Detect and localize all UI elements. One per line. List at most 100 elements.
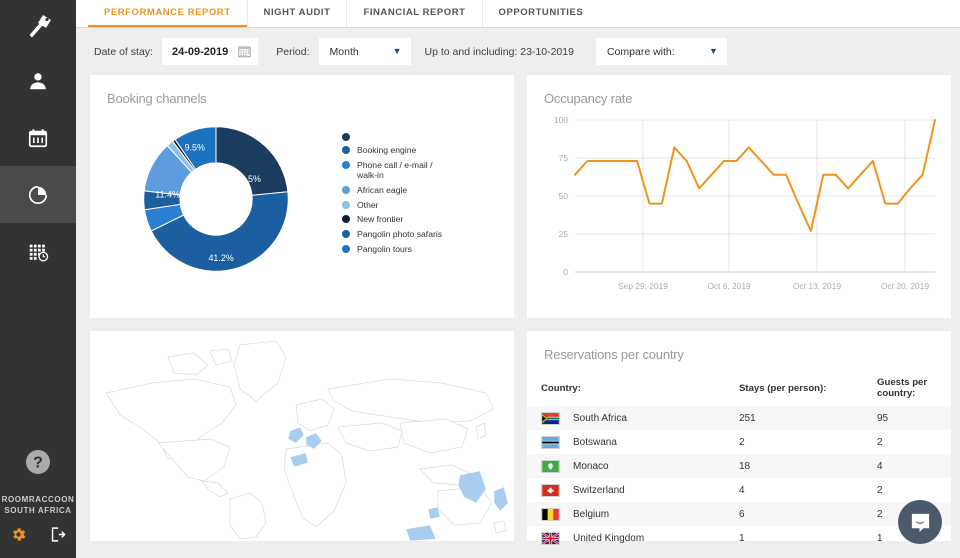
compare-with-value: Compare with: <box>606 45 675 58</box>
tab-night-audit[interactable]: NIGHT AUDIT <box>246 0 347 27</box>
calendar-icon <box>28 128 48 147</box>
logout-icon <box>51 527 66 542</box>
sidebar-item-reports[interactable] <box>0 166 76 223</box>
sidebar: ? ROOMRACCOON SOUTH AFRICA <box>0 0 76 558</box>
legend-item[interactable]: Other <box>342 200 442 211</box>
help-question-icon: ? <box>26 450 50 474</box>
filter-bar: Date of stay: 24-09-2019 Period: Month ▼… <box>76 28 960 75</box>
legend-item[interactable] <box>342 132 442 141</box>
brand-name: ROOMRACCOON <box>1 495 75 504</box>
app-root: ? ROOMRACCOON SOUTH AFRICA PERFORMANCE R… <box>0 0 960 558</box>
help-button[interactable]: ? <box>25 449 51 480</box>
legend-label: Phone call / e-mail / walk-in <box>357 159 433 181</box>
country-table-head: Country: Stays (per person): Guests per … <box>527 372 951 406</box>
country-table-body: South Africa 251 95 Botswana 2 2 Monaco 18 4 Swit… <box>527 406 951 550</box>
tab-financial-report[interactable]: FINANCIAL REPORT <box>346 0 481 27</box>
sidebar-item-calendar[interactable] <box>0 109 76 166</box>
legend-label: Pangolin photo safaris <box>357 229 443 240</box>
country-guests: 2 <box>877 484 883 496</box>
x-tick-oct13: Oct 13, 2019 <box>793 281 841 291</box>
legend-item[interactable]: African eagle <box>342 185 442 196</box>
donut-label-1: 26.5% <box>236 174 261 184</box>
legend-item[interactable]: Phone call / e-mail / walk-in <box>342 160 442 181</box>
country-stays: 1 <box>739 532 745 544</box>
country-guests: 2 <box>877 436 883 448</box>
legend-label: New frontier <box>357 214 404 225</box>
chevron-down-icon: ▼ <box>392 46 402 56</box>
country-stays: 6 <box>739 508 745 520</box>
donut-legend: Booking engine Phone call / e-mail / wal… <box>342 114 442 259</box>
period-select[interactable]: Month ▼ <box>318 38 411 65</box>
country-name: Botswana <box>573 436 617 448</box>
legend-dot-icon <box>342 230 350 239</box>
country-flag <box>527 454 573 478</box>
reservations-map-card <box>90 331 514 541</box>
legend-item[interactable]: Booking engine <box>342 145 442 156</box>
main-content: PERFORMANCE REPORT NIGHT AUDIT FINANCIAL… <box>76 0 960 558</box>
date-of-stay-input[interactable]: 24-09-2019 <box>161 38 259 65</box>
legend-item[interactable]: Pangolin tours <box>342 244 442 255</box>
y-tick-25: 25 <box>559 229 569 239</box>
country-table: Country: Stays (per person): Guests per … <box>527 372 951 550</box>
period-label: Period: <box>276 45 310 58</box>
intercom-chat-button[interactable] <box>898 500 942 544</box>
donut-label-3: 11.4% <box>155 189 180 199</box>
table-header-row: Country: Stays (per person): Guests per … <box>527 372 951 406</box>
country-stays: 18 <box>739 460 751 472</box>
date-of-stay-label: Date of stay: <box>94 45 153 58</box>
calendar-icon <box>238 46 251 58</box>
occupancy-rate-title: Occupancy rate <box>544 91 633 106</box>
legend-item[interactable]: Pangolin photo safaris <box>342 229 442 240</box>
country-guests: 95 <box>877 412 889 424</box>
gear-icon <box>13 528 26 541</box>
country-name: South Africa <box>573 412 627 424</box>
country-name: Switzerland <box>573 484 625 496</box>
brand-region: SOUTH AFRICA <box>4 506 72 515</box>
th-country: Country: <box>541 382 581 394</box>
chevron-down-icon: ▼ <box>709 46 718 56</box>
tab-opportunities[interactable]: OPPORTUNITIES <box>481 0 600 27</box>
logout-button[interactable] <box>49 526 66 548</box>
donut-label-2: 41.2% <box>208 253 233 263</box>
sidebar-item-housekeeping[interactable] <box>0 223 76 280</box>
country-stays: 251 <box>739 412 756 424</box>
reservations-per-country-title: Reservations per country <box>544 347 684 362</box>
legend-label: Booking engine <box>357 145 417 156</box>
table-row[interactable]: Switzerland 4 2 <box>527 478 951 502</box>
legend-dot-icon <box>342 215 350 224</box>
legend-dot-icon <box>342 146 350 155</box>
table-row[interactable]: Botswana 2 2 <box>527 430 951 454</box>
country-flag <box>527 502 573 526</box>
legend-dot-icon <box>342 133 350 141</box>
x-tick-oct20: Oct 20, 2019 <box>881 281 929 291</box>
table-row[interactable]: Belgium 6 2 <box>527 502 951 526</box>
donut-chart: 26.5% 41.2% 11.4% 9.5% <box>90 114 342 284</box>
table-row[interactable]: Monaco 18 4 <box>527 454 951 478</box>
legend-label: Other <box>357 199 379 210</box>
legend-item[interactable]: New frontier <box>342 214 442 225</box>
tab-performance-report[interactable]: PERFORMANCE REPORT <box>88 0 247 27</box>
y-tick-100: 100 <box>554 115 568 125</box>
legend-dot-icon <box>342 244 350 253</box>
sidebar-item-guests[interactable] <box>0 52 76 109</box>
legend-dot-icon <box>342 160 350 169</box>
world-map[interactable] <box>90 331 514 541</box>
period-value: Month <box>329 45 359 58</box>
country-stays: 4 <box>739 484 745 496</box>
map-country-kenya <box>427 506 441 520</box>
dashboard-grid: Booking channels 26.5% 41.2% 11.4% 9.5% … <box>76 75 960 545</box>
country-name: Belgium <box>573 508 610 520</box>
settings-button[interactable] <box>10 526 27 548</box>
booking-channels-title: Booking channels <box>107 91 207 106</box>
app-logo[interactable] <box>0 0 76 52</box>
person-icon <box>30 72 46 89</box>
compare-with-select[interactable]: Compare with: ▼ <box>595 38 727 65</box>
grid-clock-icon <box>29 244 49 261</box>
table-row[interactable]: United Kingdom 1 1 <box>527 526 951 550</box>
occupancy-rate-card: Occupancy rate 100 75 50 25 0 Sep 29, 20… <box>527 75 951 318</box>
pie-chart-icon <box>29 185 48 204</box>
table-row[interactable]: South Africa 251 95 <box>527 406 951 430</box>
svg-text:?: ? <box>33 455 43 472</box>
th-guests: Guests per country: <box>877 377 928 399</box>
country-flag <box>527 430 573 454</box>
